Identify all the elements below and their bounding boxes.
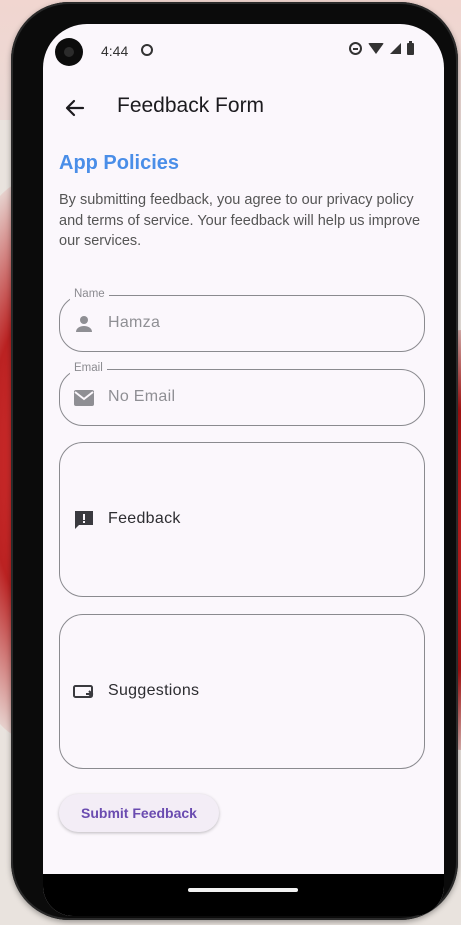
- app-screen: 4:44 Feedback Form App Policies By submi…: [43, 24, 444, 916]
- navigation-bar: [43, 874, 444, 916]
- name-field-label: Name: [70, 288, 109, 300]
- home-gesture-handle[interactable]: [188, 888, 298, 892]
- name-field-value: Hamza: [108, 314, 161, 331]
- feedback-icon: [75, 511, 93, 529]
- app-bar: Feedback Form: [43, 80, 444, 136]
- back-button[interactable]: [59, 92, 91, 124]
- person-icon: [76, 316, 92, 332]
- suggestions-field[interactable]: Suggestions: [59, 614, 425, 769]
- submit-feedback-button[interactable]: Submit Feedback: [59, 794, 219, 832]
- suggestions-placeholder: Suggestions: [108, 682, 200, 699]
- email-field-value: No Email: [108, 388, 176, 405]
- policies-title: App Policies: [59, 152, 180, 174]
- wifi-icon: [368, 43, 384, 54]
- email-field[interactable]: Email No Email: [59, 362, 425, 426]
- page-title: Feedback Form: [117, 94, 265, 117]
- status-time: 4:44: [101, 43, 129, 59]
- policies-text: By submitting feedback, you agree to our…: [59, 192, 421, 249]
- cell-signal-icon: [390, 43, 401, 54]
- feedback-form: App Policies By submitting feedback, you…: [59, 152, 427, 832]
- suggestion-icon: [73, 685, 94, 698]
- mail-icon: [74, 390, 94, 406]
- feedback-placeholder: Feedback: [108, 510, 181, 527]
- status-icons: [349, 40, 414, 55]
- phone-frame: 4:44 Feedback Form App Policies By submi…: [11, 2, 458, 920]
- battery-icon: [407, 40, 414, 55]
- sync-icon: [141, 44, 153, 56]
- status-bar: 4:44: [43, 24, 444, 80]
- front-camera: [55, 38, 83, 66]
- email-field-label: Email: [70, 362, 107, 374]
- name-field[interactable]: Name Hamza: [59, 288, 425, 352]
- do-not-disturb-icon: [349, 42, 362, 55]
- arrow-back-icon: [65, 99, 85, 117]
- feedback-field[interactable]: Feedback: [59, 442, 425, 597]
